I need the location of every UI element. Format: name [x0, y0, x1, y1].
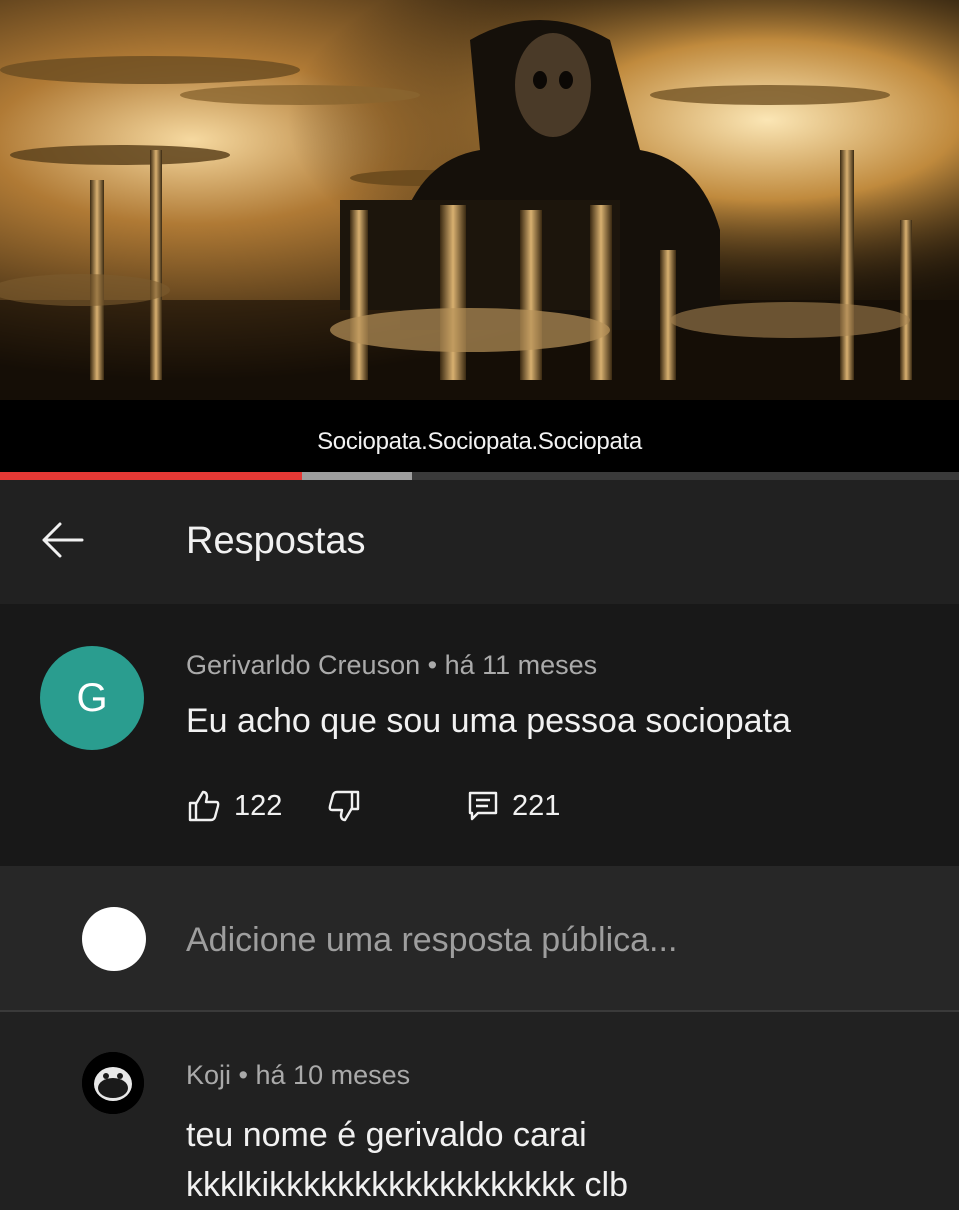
thumb-down-icon: [328, 790, 360, 822]
add-reply-box: [0, 866, 959, 1010]
parent-comment: G Gerivarldo Creuson • há 11 meses Eu ac…: [0, 604, 959, 866]
comment-author[interactable]: Koji: [186, 1060, 231, 1090]
reply-icon: [468, 791, 498, 821]
comment-text: teu nome é gerivaldo carai kkklkikkkkkkk…: [186, 1116, 629, 1204]
comment-text: Eu acho que sou uma pessoa sociopata: [186, 702, 791, 740]
progress-played: [0, 472, 303, 480]
avatar[interactable]: [82, 1052, 144, 1114]
dislike-button[interactable]: [326, 788, 362, 824]
like-count: 122: [234, 789, 283, 822]
video-caption: Sociopata.Sociopata.Sociopata: [317, 428, 642, 455]
meta-separator: •: [427, 650, 438, 680]
avatar[interactable]: G: [40, 646, 144, 750]
back-button[interactable]: [30, 508, 94, 572]
comment-time: há 11 meses: [444, 650, 598, 680]
comment-time: há 10 meses: [255, 1060, 411, 1090]
reply-count: 221: [512, 789, 561, 822]
video-player[interactable]: Sociopata.Sociopata.Sociopata: [0, 0, 959, 472]
user-avatar: [82, 907, 146, 971]
avatar-image: [82, 1052, 144, 1114]
reply-button[interactable]: 221: [466, 788, 560, 824]
like-button[interactable]: 122: [186, 788, 282, 824]
video-frame-image: [0, 0, 959, 400]
video-progress-bar[interactable]: [0, 472, 959, 480]
comment-meta: Gerivarldo Creuson • há 11 meses: [186, 650, 597, 681]
thumb-up-icon: [188, 790, 220, 822]
meta-separator: •: [238, 1060, 248, 1090]
page-title: Respostas: [186, 520, 366, 562]
reply-comment: Koji • há 10 meses teu nome é gerivaldo …: [0, 1012, 959, 1204]
comment-meta: Koji • há 10 meses: [186, 1060, 410, 1091]
replies-header: Respostas: [0, 480, 959, 604]
reply-input[interactable]: [186, 918, 906, 962]
arrow-left-icon: [42, 522, 84, 558]
comment-author[interactable]: Gerivarldo Creuson: [186, 650, 420, 680]
